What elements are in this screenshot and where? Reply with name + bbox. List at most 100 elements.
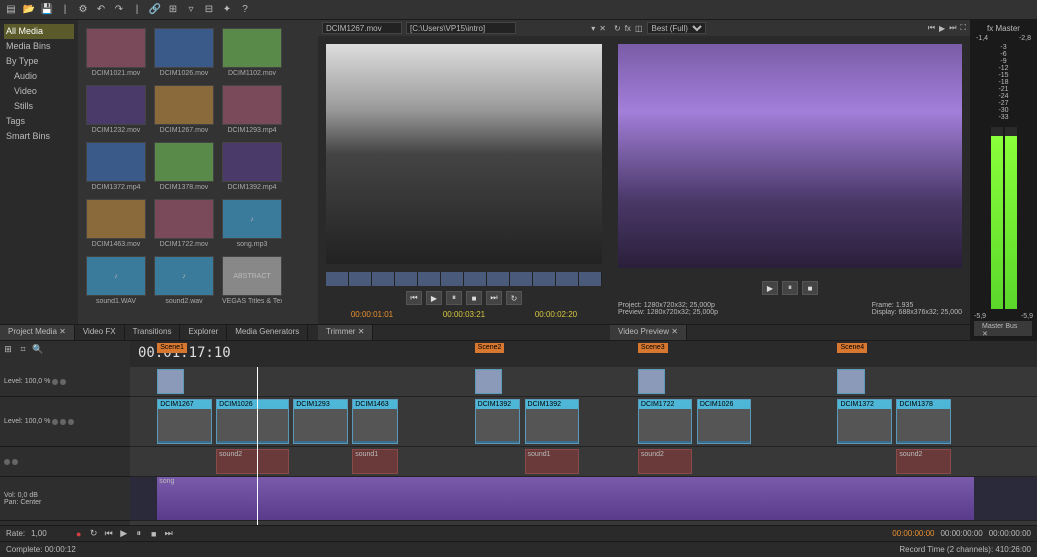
undo-icon[interactable]: ↶	[94, 3, 108, 17]
timeline-end-icon[interactable]: ⏭	[163, 528, 175, 540]
preview-pause-button[interactable]: ⏸	[782, 281, 798, 295]
marker-icon[interactable]: ▿	[184, 3, 198, 17]
audio-clip[interactable]: sound2	[638, 449, 692, 474]
rate-value[interactable]: 1,00	[31, 529, 47, 538]
trimmer-dur-timecode[interactable]: 00:00:02:20	[535, 310, 577, 324]
trimmer-clip-path[interactable]	[406, 22, 516, 34]
audio-clip[interactable]: sound2	[216, 449, 289, 474]
timeline-tool-icon[interactable]: ⊞	[2, 343, 14, 355]
video-clip[interactable]: DCIM1392	[475, 399, 520, 444]
media-thumb[interactable]: ♪sound1.WAV	[86, 256, 146, 305]
timeline-end-tc[interactable]: 00:00:00:00	[989, 529, 1031, 538]
video-clip[interactable]: DCIM1392	[525, 399, 579, 444]
track-lane-video[interactable]: DCIM1267DCIM1026DCIM1293DCIM1463DCIM1392…	[130, 397, 1037, 447]
playhead[interactable]	[257, 367, 258, 525]
media-thumb[interactable]: ABSTRACTVEGAS Titles & Text abstract	[222, 256, 282, 305]
media-thumb[interactable]: DCIM1232.mov	[86, 85, 146, 134]
track-header-text[interactable]: Level: 100,0 %	[0, 367, 130, 397]
tree-item-all-media[interactable]: All Media	[4, 24, 74, 39]
title-clip[interactable]	[638, 369, 665, 394]
audio-clip[interactable]: sound2	[896, 449, 950, 474]
tree-item-by-type[interactable]: By Type	[4, 54, 74, 69]
title-clip[interactable]	[157, 369, 184, 394]
trimmer-viewer[interactable]	[326, 44, 602, 264]
media-thumb[interactable]: DCIM1102.mov	[222, 28, 282, 77]
config-icon[interactable]: ✦	[220, 3, 234, 17]
preview-viewer[interactable]	[618, 44, 962, 268]
preview-stop-button[interactable]: ■	[802, 281, 818, 295]
timeline-play-icon[interactable]: ▶	[118, 528, 130, 540]
preview-play-icon[interactable]: ▶	[939, 24, 945, 33]
timeline-marker[interactable]: Scene3	[638, 343, 668, 353]
preview-next-icon[interactable]: ⏭	[949, 23, 956, 33]
track-solo-icon[interactable]	[60, 419, 66, 425]
help-icon[interactable]: ?	[238, 3, 252, 17]
track-header-audio2[interactable]: Vol: 0,0 dB Pan: Center	[0, 477, 130, 521]
trimmer-pause-button[interactable]: ⏸	[446, 291, 462, 305]
trimmer-loop-button[interactable]: ↻	[506, 291, 522, 305]
track-lane-text[interactable]	[130, 367, 1037, 397]
save-icon[interactable]: 💾	[40, 3, 54, 17]
track-mute-icon[interactable]	[52, 419, 58, 425]
file-menu-icon[interactable]: ▤	[4, 3, 18, 17]
timeline-pause-icon[interactable]: ⏸	[133, 528, 145, 540]
media-thumb[interactable]: ♪sound2.wav	[154, 256, 214, 305]
timeline-start-icon[interactable]: ⏮	[103, 528, 115, 540]
track-solo-icon[interactable]	[60, 379, 66, 385]
title-clip[interactable]	[837, 369, 864, 394]
timeline-pos-tc[interactable]: 00:00:00:00	[892, 529, 934, 538]
timeline-zoom-icon[interactable]: 🔍	[32, 343, 44, 355]
timeline-marker[interactable]: Scene1	[157, 343, 187, 353]
timeline-sel-tc[interactable]: 00:00:00:00	[940, 529, 982, 538]
tab-media-generators[interactable]: Media Generators	[227, 325, 308, 340]
tree-item-video[interactable]: Video	[4, 84, 74, 99]
redo-icon[interactable]: ↷	[112, 3, 126, 17]
video-clip[interactable]: DCIM1378	[896, 399, 950, 444]
track-lane-audio1[interactable]: sound2sound1sound1sound2sound2	[130, 447, 1037, 477]
trimmer-play-button[interactable]: ▶	[426, 291, 442, 305]
tab-project-media[interactable]: Project Media ✕	[0, 325, 75, 340]
trimmer-prev-button[interactable]: ⏮	[406, 291, 422, 305]
open-icon[interactable]: 📂	[22, 3, 36, 17]
track-fx-icon[interactable]	[68, 419, 74, 425]
media-thumb[interactable]: ♪song.mp3	[222, 199, 282, 248]
trimmer-options-icon[interactable]: ▾	[591, 24, 595, 33]
tree-item-stills[interactable]: Stills	[4, 99, 74, 114]
media-thumb[interactable]: DCIM1267.mov	[154, 85, 214, 134]
tab-master-bus[interactable]: Master Bus ✕	[974, 321, 1033, 336]
trimmer-clip-name[interactable]	[322, 22, 402, 34]
video-clip[interactable]: DCIM1026	[697, 399, 751, 444]
media-thumb[interactable]: DCIM1392.mp4	[222, 142, 282, 191]
trimmer-close-icon[interactable]: ✕	[599, 24, 606, 33]
tree-item-smart-bins[interactable]: Smart Bins	[4, 129, 74, 144]
preview-fullscreen-icon[interactable]: ⛶	[960, 23, 966, 33]
timeline-record-icon[interactable]: ●	[73, 528, 85, 540]
preview-quality-select[interactable]: Best (Full)	[647, 22, 706, 34]
video-clip[interactable]: DCIM1722	[638, 399, 692, 444]
preview-refresh-icon[interactable]: ↻	[614, 24, 621, 33]
trimmer-in-timecode[interactable]: 00:00:01:01	[351, 310, 393, 324]
timeline-loop-icon[interactable]: ↻	[88, 528, 100, 540]
video-clip[interactable]: DCIM1026	[216, 399, 289, 444]
track-header-audio1[interactable]	[0, 447, 130, 477]
video-clip[interactable]: DCIM1372	[837, 399, 891, 444]
trimmer-stop-button[interactable]: ■	[466, 291, 482, 305]
audio-clip[interactable]: sound1	[352, 449, 397, 474]
tree-item-audio[interactable]: Audio	[4, 69, 74, 84]
tree-item-tags[interactable]: Tags	[4, 114, 74, 129]
title-clip[interactable]	[475, 369, 502, 394]
media-thumb[interactable]: DCIM1372.mp4	[86, 142, 146, 191]
trimmer-scrubber[interactable]	[326, 272, 602, 286]
track-lane-audio2[interactable]: song	[130, 477, 1037, 521]
media-thumb[interactable]: DCIM1021.mov	[86, 28, 146, 77]
track-mute-icon[interactable]	[4, 459, 10, 465]
timeline-marker[interactable]: Scene2	[475, 343, 505, 353]
video-clip[interactable]: DCIM1463	[352, 399, 397, 444]
media-thumb[interactable]: DCIM1378.mov	[154, 142, 214, 191]
timeline-stop-icon[interactable]: ■	[148, 528, 160, 540]
preview-prev-icon[interactable]: ⏮	[928, 23, 935, 33]
trimmer-out-timecode[interactable]: 00:00:03:21	[443, 310, 485, 324]
timeline-snap-icon[interactable]: ⌗	[17, 343, 29, 355]
link-icon[interactable]: 🔗	[148, 3, 162, 17]
media-thumb[interactable]: DCIM1026.mov	[154, 28, 214, 77]
